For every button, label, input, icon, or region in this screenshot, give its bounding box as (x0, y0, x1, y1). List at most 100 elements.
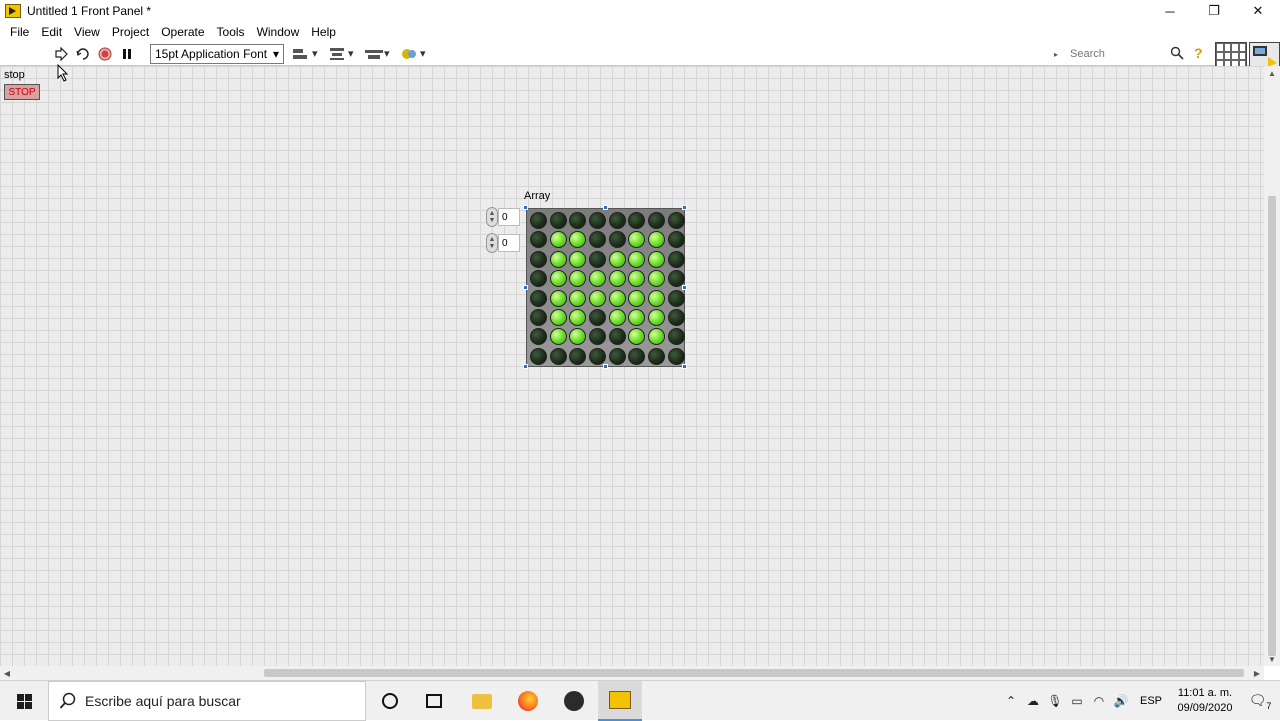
pause-icon[interactable] (118, 45, 136, 63)
taskbar-search[interactable]: Escribe aquí para buscar (48, 681, 366, 721)
vertical-scroll-thumb[interactable] (1268, 196, 1276, 656)
resize-handle[interactable] (523, 364, 528, 369)
search-box[interactable]: ▸ (1054, 45, 1186, 63)
run-arrow-icon[interactable] (52, 45, 70, 63)
menu-help[interactable]: Help (305, 25, 342, 39)
led-indicator[interactable] (628, 308, 646, 326)
menu-view[interactable]: View (68, 25, 106, 39)
led-indicator[interactable] (530, 270, 547, 288)
led-indicator[interactable] (648, 308, 666, 326)
led-indicator[interactable] (530, 212, 547, 229)
led-indicator[interactable] (589, 212, 607, 229)
led-indicator[interactable] (589, 308, 607, 326)
scroll-down-icon[interactable]: ▼ (1264, 652, 1280, 666)
task-view-button[interactable] (412, 681, 456, 721)
menu-operate[interactable]: Operate (155, 25, 210, 39)
led-indicator[interactable] (667, 231, 685, 249)
led-indicator[interactable] (589, 250, 607, 268)
led-indicator[interactable] (628, 231, 646, 249)
led-indicator[interactable] (608, 347, 626, 365)
led-indicator[interactable] (549, 231, 567, 249)
scroll-right-icon[interactable]: ▶ (1250, 666, 1264, 680)
led-indicator[interactable] (569, 328, 587, 346)
cortana-button[interactable] (368, 681, 412, 721)
led-indicator[interactable] (549, 289, 567, 307)
led-indicator[interactable] (589, 270, 607, 288)
led-indicator[interactable] (648, 250, 666, 268)
led-indicator[interactable] (648, 212, 666, 229)
front-panel-canvas[interactable]: stop STOP Array ▲ ▼ 0 ▲ ▼ 0 (0, 64, 1264, 666)
resize-handle[interactable] (603, 205, 608, 210)
search-icon[interactable] (1170, 46, 1184, 63)
led-indicator[interactable] (608, 231, 626, 249)
resize-handle[interactable] (603, 364, 608, 369)
led-indicator[interactable] (589, 231, 607, 249)
abort-icon[interactable] (96, 45, 114, 63)
menu-window[interactable]: Window (251, 25, 306, 39)
resize-handle[interactable] (523, 205, 528, 210)
led-indicator[interactable] (569, 308, 587, 326)
led-indicator[interactable] (569, 231, 587, 249)
onedrive-icon[interactable]: ☁ (1022, 694, 1044, 708)
led-indicator[interactable] (549, 308, 567, 326)
stop-button[interactable]: STOP (4, 84, 40, 100)
resize-handle[interactable] (682, 205, 687, 210)
led-indicator[interactable] (628, 250, 646, 268)
led-indicator[interactable] (628, 212, 646, 229)
search-input[interactable] (1070, 48, 1171, 60)
horizontal-scroll-thumb[interactable] (264, 669, 1244, 677)
restore-button[interactable]: ❐ (1192, 0, 1236, 22)
array-row-index[interactable]: ▲ ▼ 0 (486, 207, 522, 227)
scroll-left-icon[interactable]: ◀ (0, 666, 14, 680)
led-indicator[interactable] (569, 212, 587, 229)
led-indicator[interactable] (608, 212, 626, 229)
led-indicator[interactable] (569, 347, 587, 365)
context-help-icon[interactable]: ? (1194, 45, 1203, 61)
index-spinner-icon[interactable]: ▲ ▼ (486, 233, 498, 253)
vertical-scrollbar[interactable]: ▲ ▼ (1264, 66, 1280, 666)
led-indicator[interactable] (648, 289, 666, 307)
led-indicator[interactable] (589, 347, 607, 365)
led-indicator[interactable] (549, 328, 567, 346)
column-index-value[interactable]: 0 (498, 234, 520, 252)
led-indicator[interactable] (608, 270, 626, 288)
minimize-button[interactable]: ─ (1148, 0, 1192, 22)
led-array[interactable] (526, 208, 685, 367)
led-indicator[interactable] (549, 347, 567, 365)
led-indicator[interactable] (628, 289, 646, 307)
led-indicator[interactable] (608, 328, 626, 346)
led-indicator[interactable] (667, 289, 685, 307)
led-indicator[interactable] (530, 231, 547, 249)
font-dropdown[interactable]: 15pt Application Font ▾ (150, 43, 284, 64)
firefox-button[interactable] (506, 681, 550, 721)
language-indicator[interactable]: ESP (1140, 695, 1162, 707)
led-indicator[interactable] (667, 212, 685, 229)
led-indicator[interactable] (667, 347, 685, 365)
menu-tools[interactable]: Tools (211, 25, 251, 39)
labview-taskbar-button[interactable] (598, 681, 642, 721)
show-hidden-icons-icon[interactable]: ⌃ (1000, 694, 1022, 708)
led-indicator[interactable] (608, 308, 626, 326)
microphone-icon[interactable]: 🎙 (1044, 694, 1066, 708)
led-indicator[interactable] (530, 289, 547, 307)
led-indicator[interactable] (589, 289, 607, 307)
menu-project[interactable]: Project (106, 25, 155, 39)
led-indicator[interactable] (569, 289, 587, 307)
array-column-index[interactable]: ▲ ▼ 0 (486, 233, 522, 253)
led-indicator[interactable] (569, 250, 587, 268)
led-indicator[interactable] (569, 270, 587, 288)
led-indicator[interactable] (589, 328, 607, 346)
distribute-objects-dropdown[interactable]: ▾ (328, 45, 356, 63)
run-continuously-icon[interactable] (74, 45, 92, 63)
led-indicator[interactable] (608, 250, 626, 268)
close-button[interactable]: ✕ (1236, 0, 1280, 22)
led-indicator[interactable] (608, 289, 626, 307)
row-index-value[interactable]: 0 (498, 208, 520, 226)
led-indicator[interactable] (648, 328, 666, 346)
volume-icon[interactable]: 🔊 (1110, 694, 1132, 708)
align-objects-dropdown[interactable]: ▾ (292, 45, 320, 63)
led-indicator[interactable] (530, 347, 547, 365)
menu-file[interactable]: File (4, 25, 35, 39)
menu-edit[interactable]: Edit (35, 25, 68, 39)
file-explorer-button[interactable] (460, 681, 504, 721)
